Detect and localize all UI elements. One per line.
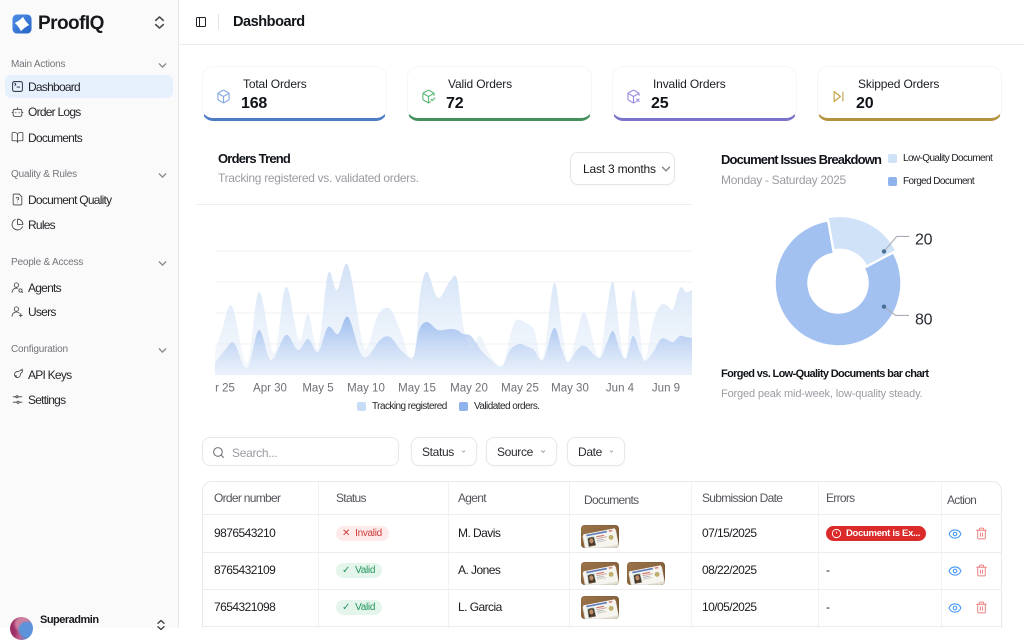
svg-text:Apr 30: Apr 30 [253, 383, 287, 395]
svg-text:May 20: May 20 [450, 383, 488, 395]
svg-text:May 30: May 30 [551, 383, 589, 395]
svg-text:80: 80 [915, 311, 933, 328]
svg-text:May 15: May 15 [398, 383, 436, 395]
svg-text:r 25: r 25 [215, 383, 235, 395]
svg-text:Jun 9: Jun 9 [652, 383, 680, 395]
svg-text:Jun 4: Jun 4 [606, 383, 635, 395]
svg-text:May 10: May 10 [347, 383, 385, 395]
svg-text:May 5: May 5 [302, 383, 333, 395]
svg-text:May 25: May 25 [501, 383, 539, 395]
svg-text:20: 20 [915, 232, 933, 249]
